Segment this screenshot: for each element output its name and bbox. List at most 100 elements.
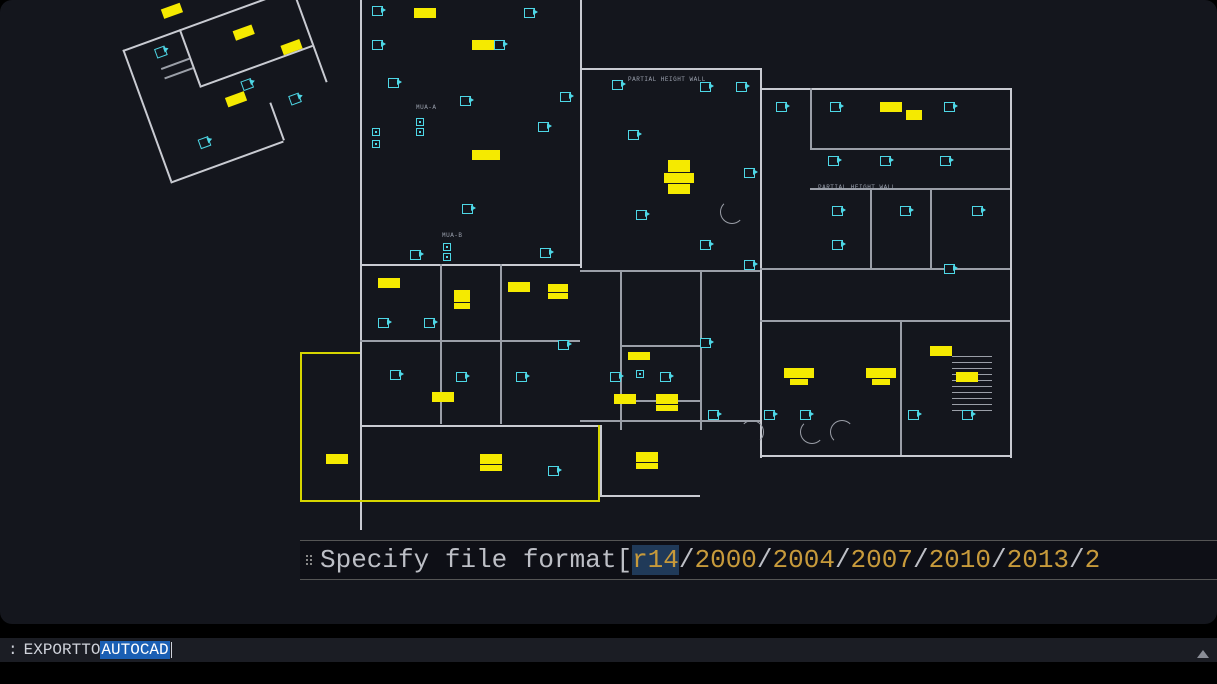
camera-icon [612, 80, 626, 88]
camera-icon [462, 204, 476, 212]
camera-icon [372, 6, 386, 14]
fixture [664, 173, 694, 183]
option-2013[interactable]: 2013 [1007, 545, 1069, 575]
command-line[interactable]: : EXPORTTOAUTOCAD [0, 638, 1217, 662]
drawing-viewport[interactable]: PARTIAL HEIGHT WALL PARTIAL HEIGHT WALL … [0, 0, 1217, 624]
fixture [956, 372, 978, 382]
camera-icon [908, 410, 922, 418]
option-2010[interactable]: 2010 [929, 545, 991, 575]
fixture [636, 452, 658, 462]
camera-icon [744, 260, 758, 268]
option-2007[interactable]: 2007 [851, 545, 913, 575]
camera-icon [560, 92, 574, 100]
camera-icon [832, 240, 846, 248]
stairs [952, 356, 992, 416]
camera-icon [944, 264, 958, 272]
camera-icon [736, 82, 750, 90]
fixture [656, 394, 678, 404]
sensor-icon [416, 128, 424, 136]
camera-icon [700, 82, 714, 90]
fixture [614, 394, 636, 404]
fixture [784, 368, 814, 378]
camera-icon [378, 318, 392, 326]
option-r14[interactable]: r14 [632, 545, 679, 575]
fixture [432, 392, 454, 402]
camera-icon [900, 206, 914, 214]
camera-icon [240, 77, 256, 89]
fixture [480, 465, 502, 471]
fixture [930, 346, 952, 356]
command-typed: EXPORTTO [24, 641, 101, 659]
option-2004[interactable]: 2004 [773, 545, 835, 575]
camera-icon [372, 40, 386, 48]
option-2000[interactable]: 2000 [694, 545, 756, 575]
grip-icon[interactable] [306, 555, 314, 565]
camera-icon [828, 156, 842, 164]
fixture [656, 405, 678, 411]
option-more[interactable]: 2 [1085, 545, 1101, 575]
fixture [790, 379, 808, 385]
label-mua-a: MUA-A [416, 104, 437, 111]
fixture [472, 150, 500, 160]
camera-icon [154, 44, 170, 56]
sensor-icon [443, 253, 451, 261]
sensor-icon [416, 118, 424, 126]
bracket-open: [ [616, 545, 632, 575]
camera-icon [660, 372, 674, 380]
camera-icon [424, 318, 438, 326]
command-autocomplete[interactable]: AUTOCAD [100, 641, 169, 659]
label-mua-b: MUA-B [442, 232, 463, 239]
sensor-icon [372, 128, 380, 136]
fixture [472, 40, 494, 50]
fixture [454, 290, 470, 302]
camera-icon [558, 340, 572, 348]
label-partial-height-wall: PARTIAL HEIGHT WALL [628, 76, 706, 83]
camera-icon [972, 206, 986, 214]
fixture [454, 303, 470, 309]
camera-icon [628, 130, 642, 138]
text-caret [171, 642, 172, 658]
scroll-up-icon[interactable] [1197, 650, 1209, 658]
camera-icon [288, 91, 304, 103]
fixture [548, 293, 568, 299]
label-partial-height-wall-2: PARTIAL HEIGHT WALL [818, 184, 896, 191]
camera-icon [708, 410, 722, 418]
camera-icon [880, 156, 894, 164]
camera-icon [776, 102, 790, 110]
command-prompt-options[interactable]: Specify file format [ r14 / 2000 / 2004 … [300, 540, 1217, 580]
camera-icon [548, 466, 562, 474]
status-strip [0, 662, 1217, 684]
camera-icon [940, 156, 954, 164]
camera-icon [516, 372, 530, 380]
sensor-icon [443, 243, 451, 251]
sensor-icon [636, 370, 644, 378]
camera-icon [388, 78, 402, 86]
camera-icon [700, 240, 714, 248]
camera-icon [410, 250, 424, 258]
fixture [326, 454, 348, 464]
fixture [548, 284, 568, 292]
fixture [906, 110, 922, 120]
camera-icon [198, 135, 214, 147]
camera-icon [800, 410, 814, 418]
camera-icon [494, 40, 508, 48]
floorplan-canvas[interactable]: PARTIAL HEIGHT WALL PARTIAL HEIGHT WALL … [0, 0, 1217, 624]
fixture [668, 160, 690, 172]
camera-icon [540, 248, 554, 256]
fixture [378, 278, 400, 288]
camera-icon [700, 338, 714, 346]
fixture [872, 379, 890, 385]
command-prefix: : [8, 641, 18, 659]
camera-icon [636, 210, 650, 218]
fixture [628, 352, 650, 360]
fixture [880, 102, 902, 112]
camera-icon [460, 96, 474, 104]
fixture [480, 454, 502, 464]
camera-icon [944, 102, 958, 110]
fixture [508, 282, 530, 292]
fixture [866, 368, 896, 378]
fixture [668, 184, 690, 194]
camera-icon [830, 102, 844, 110]
camera-icon [744, 168, 758, 176]
camera-icon [538, 122, 552, 130]
